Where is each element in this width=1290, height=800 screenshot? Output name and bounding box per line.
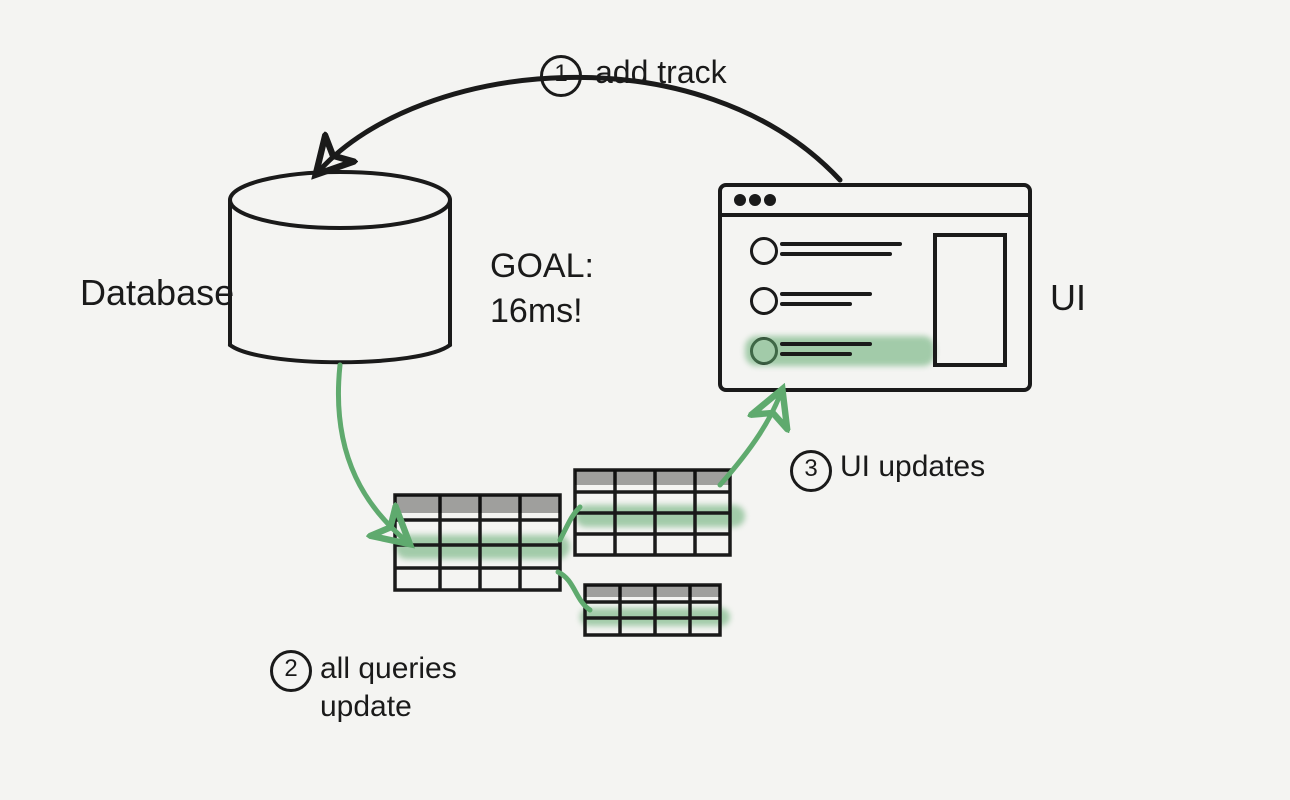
step-3-label: UI updates bbox=[840, 448, 985, 486]
ui-highlight-row bbox=[745, 336, 935, 366]
arrow-queries-internal-2 bbox=[558, 572, 590, 610]
query-grid-highlight bbox=[580, 608, 730, 626]
ui-list-bullet-icon bbox=[750, 287, 779, 316]
query-grid-highlight bbox=[395, 535, 570, 559]
diagram-canvas: 1 add track Database GOAL: 16ms! UI 3 UI… bbox=[0, 0, 1290, 800]
step-3-badge: 3 bbox=[790, 450, 832, 492]
ui-label: UI bbox=[1050, 275, 1086, 320]
arrow-queries-to-ui bbox=[720, 395, 780, 485]
query-grid-highlight bbox=[575, 505, 745, 527]
step-2-badge: 2 bbox=[270, 650, 312, 692]
goal-label-line2: 16ms! bbox=[490, 290, 583, 333]
arrow-add-track bbox=[320, 77, 840, 180]
database-icon bbox=[230, 172, 450, 362]
arrow-db-to-queries bbox=[338, 365, 405, 540]
ui-list-bullet-icon bbox=[750, 237, 779, 266]
step-1-badge: 1 bbox=[540, 55, 582, 97]
goal-label-line1: GOAL: bbox=[490, 245, 594, 288]
step-2-label: all queries update bbox=[320, 650, 457, 725]
sketch-lines bbox=[0, 0, 1290, 800]
database-label: Database bbox=[80, 270, 234, 315]
step-1-label: add track bbox=[595, 52, 727, 92]
